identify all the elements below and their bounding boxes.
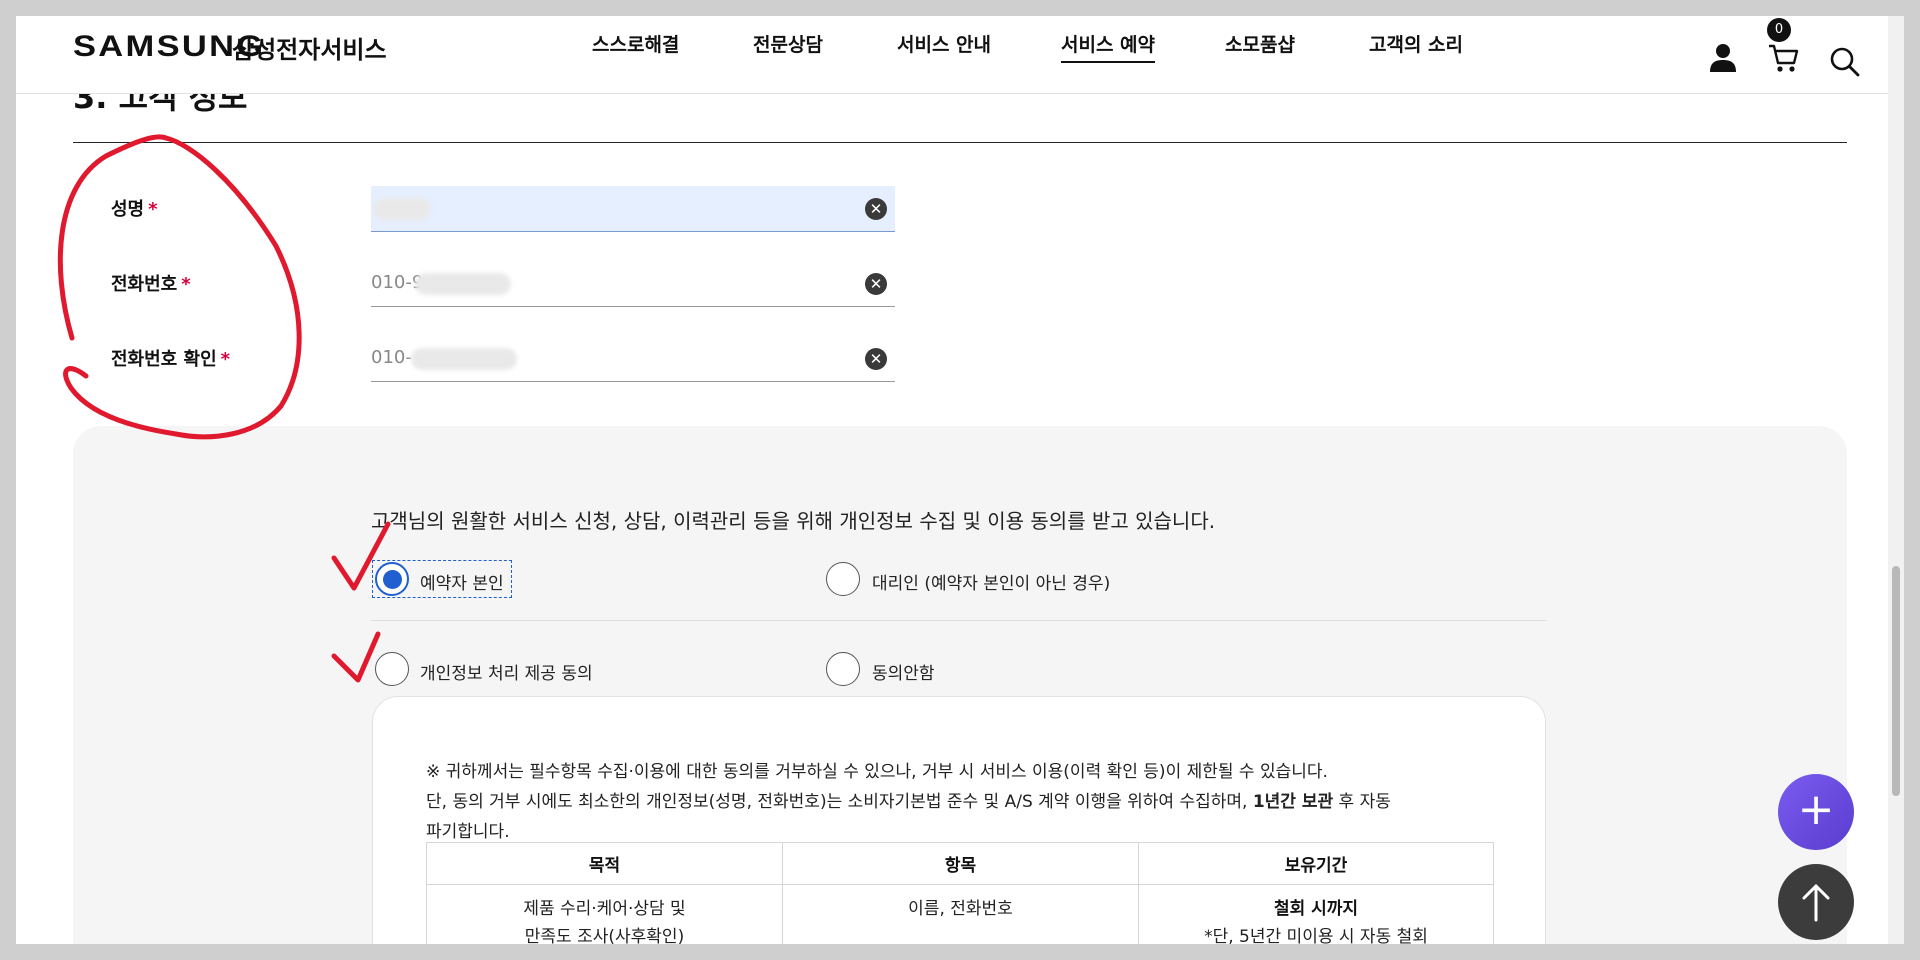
- notice-line-2: 단, 동의 거부 시에도 최소한의 개인정보(성명, 전화번호)는 소비자기본법…: [426, 792, 1391, 812]
- clear-name-button[interactable]: ✕: [865, 198, 887, 220]
- retention-table: 목적 항목 보유기간 제품 수리·케어·상담 및 만족도 조사(사후확인) 이름…: [426, 842, 1494, 944]
- radio-proxy-label[interactable]: 대리인 (예약자 본인이 아닌 경우): [872, 569, 1110, 594]
- cell-items: 이름, 전화번호: [782, 884, 1139, 944]
- cart-icon[interactable]: [1767, 42, 1801, 74]
- table-row: 제품 수리·케어·상담 및 만족도 조사(사후확인) 이름, 전화번호 철회 시…: [426, 884, 1494, 944]
- cell-period: 철회 시까지 *단, 5년간 미이용 시 자동 철회: [1138, 884, 1494, 944]
- phone-confirm-value: 010-: [371, 347, 412, 368]
- notice-line-3: 파기합니다.: [426, 822, 510, 842]
- radio-divider: [371, 620, 1546, 621]
- vertical-scrollbar[interactable]: [1888, 16, 1904, 944]
- required-mark: *: [148, 199, 158, 220]
- table-header-purpose: 목적: [426, 842, 783, 885]
- nav-expert-consult[interactable]: 전문상담: [753, 30, 823, 57]
- notice-line-1: ※ 귀하께서는 필수항목 수집·이용에 대한 동의를 거부하실 수 있으나, 거…: [426, 762, 1328, 782]
- nav-service-reservation[interactable]: 서비스 예약: [1061, 30, 1156, 63]
- name-label: 성명 *: [111, 199, 158, 220]
- section-divider: [73, 142, 1847, 143]
- clear-phone-button[interactable]: ✕: [865, 273, 887, 295]
- site-header: SAMSUNG 삼성전자서비스 스스로해결 전문상담 서비스 안내 서비스 예약…: [16, 16, 1888, 94]
- phone-confirm-input[interactable]: 010- ✕: [371, 336, 895, 382]
- scroll-to-top-button[interactable]: [1778, 864, 1854, 940]
- clear-phone-confirm-button[interactable]: ✕: [865, 348, 887, 370]
- nav-self-solve[interactable]: 스스로해결: [592, 30, 679, 57]
- cart-count-badge: 0: [1767, 18, 1791, 42]
- name-input[interactable]: ✕: [371, 186, 895, 232]
- floating-add-button[interactable]: +: [1778, 774, 1854, 850]
- radio-agree[interactable]: [375, 652, 409, 686]
- scrollbar-thumb[interactable]: [1892, 566, 1900, 796]
- required-mark: *: [220, 349, 231, 370]
- required-mark: *: [181, 274, 191, 295]
- masked-value: [411, 348, 517, 370]
- masked-value: [373, 198, 431, 220]
- brand-subtitle[interactable]: 삼성전자서비스: [232, 30, 387, 65]
- radio-disagree-label[interactable]: 동의안함: [872, 659, 935, 684]
- table-header-period: 보유기간: [1138, 842, 1494, 885]
- phone-confirm-label: 전화번호 확인 *: [111, 349, 231, 370]
- arrow-up-icon: [1802, 884, 1830, 922]
- nav-customer-voice[interactable]: 고객의 소리: [1369, 30, 1463, 57]
- phone-input[interactable]: 010-9 ✕: [371, 261, 895, 307]
- nav-service-guide[interactable]: 서비스 안내: [897, 30, 991, 57]
- masked-value: [415, 273, 511, 295]
- cell-purpose: 제품 수리·케어·상담 및 만족도 조사(사후확인): [426, 884, 783, 944]
- phone-label: 전화번호 *: [111, 274, 191, 295]
- user-icon[interactable]: [1708, 42, 1738, 74]
- radio-self-label[interactable]: 예약자 본인: [420, 569, 504, 594]
- search-icon[interactable]: [1829, 46, 1861, 78]
- nav-consumables-shop[interactable]: 소모품샵: [1225, 30, 1295, 57]
- table-header-items: 항목: [782, 842, 1139, 885]
- radio-agree-label[interactable]: 개인정보 처리 제공 동의: [420, 659, 593, 684]
- retention-highlight: 1년간 보관: [1252, 792, 1334, 812]
- browser-viewport: SAMSUNG 삼성전자서비스 스스로해결 전문상담 서비스 안내 서비스 예약…: [16, 16, 1904, 944]
- radio-proxy[interactable]: [826, 562, 860, 596]
- radio-disagree[interactable]: [826, 652, 860, 686]
- consent-intro-text: 고객님의 원활한 서비스 신청, 상담, 이력관리 등을 위해 개인정보 수집 …: [371, 509, 1216, 533]
